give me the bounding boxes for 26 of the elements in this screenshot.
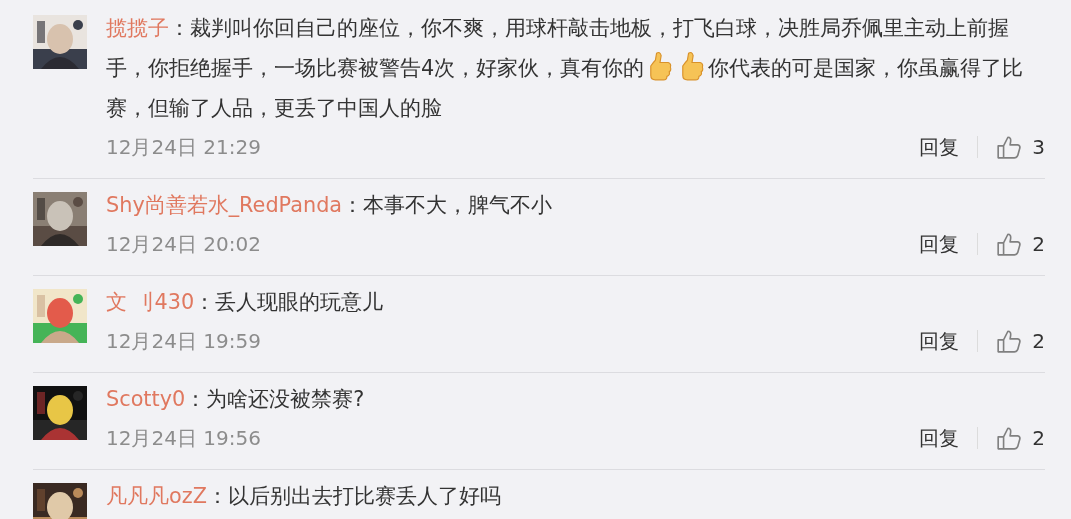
reply-button[interactable]: 回复 <box>919 327 960 355</box>
comment-text: Scotty0：为啥还没被禁赛? <box>106 386 366 413</box>
user-name[interactable]: 揽揽子 <box>106 16 169 40</box>
comment-text: Shy尚善若水_RedPanda：本事不大，脾气不小 <box>106 192 554 219</box>
thumbs-up-icon[interactable] <box>996 134 1023 160</box>
thumbs-up-icon[interactable] <box>996 231 1023 257</box>
reply-button[interactable]: 回复 <box>919 230 960 258</box>
comment-text: 文 刂430：丢人现眼的玩意儿 <box>106 289 385 316</box>
comment-time: 12月24日 20:02 <box>106 230 261 258</box>
like-count: 2 <box>1032 426 1045 450</box>
comment-text: 凡凡凡ozZ：以后别出去打比赛丢人了好吗 <box>106 483 502 510</box>
comment-text: 揽揽子：裁判叫你回自己的座位，你不爽，用球杆敲击地板，打飞白球，决胜局乔佩里主动上前握手，你拒绝握手，一场比赛被警告4次，好家伙，真有你的 你代表的可是国家，你虽赢得了比赛，但输了人品，更丢了中国人的脸 <box>106 15 1025 122</box>
thumbs-up-icon[interactable] <box>996 328 1023 354</box>
reply-button[interactable]: 回复 <box>919 424 960 452</box>
comment-time: 12月24日 19:56 <box>106 424 261 452</box>
like-count: 3 <box>1032 135 1045 159</box>
thumbs-up-icon[interactable] <box>996 425 1023 451</box>
user-name[interactable]: 凡凡凡ozZ <box>106 484 207 508</box>
reply-button[interactable]: 回复 <box>919 133 960 161</box>
like-count: 2 <box>1032 329 1045 353</box>
like-count: 2 <box>1032 232 1045 256</box>
comment-time: 12月24日 21:29 <box>106 133 261 161</box>
comment-time: 12月24日 19:59 <box>106 327 261 355</box>
user-name[interactable]: 文 刂430 <box>106 290 195 314</box>
user-name[interactable]: Shy尚善若水_RedPanda <box>106 193 343 217</box>
user-name[interactable]: Scotty0 <box>106 387 186 411</box>
